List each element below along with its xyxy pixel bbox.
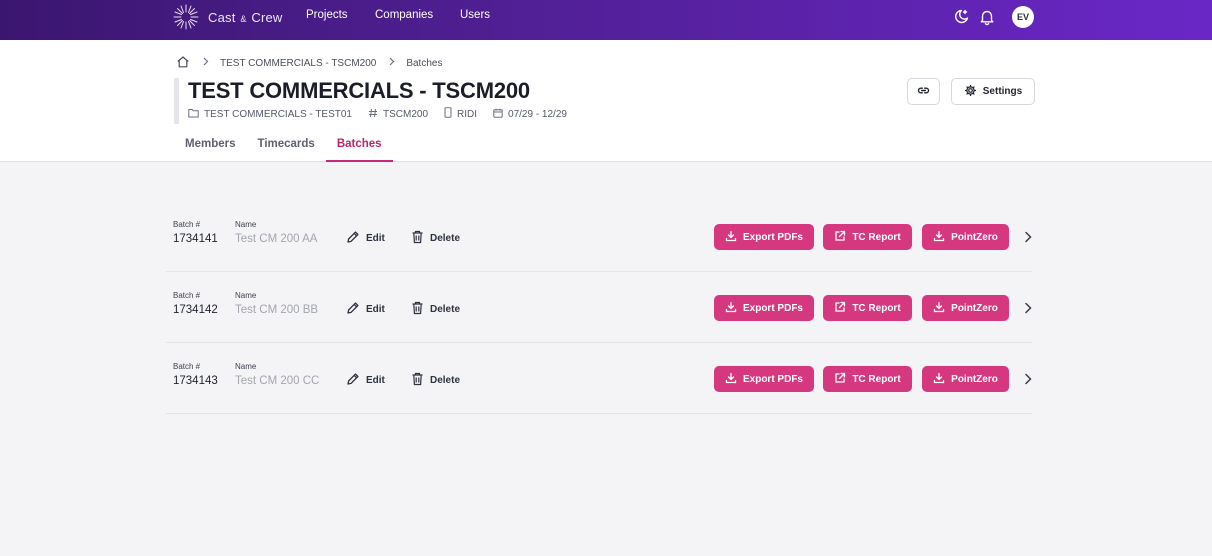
delete-button[interactable]: Delete xyxy=(411,372,460,388)
export-pdfs-button[interactable]: Export PDFs xyxy=(714,295,814,321)
brand-name: Cast & Crew xyxy=(208,9,283,25)
trash-icon xyxy=(411,372,424,389)
tc-report-button[interactable]: TC Report xyxy=(823,224,912,250)
pencil-icon xyxy=(346,372,360,389)
batch-name-label: Name xyxy=(235,291,257,300)
batch-name: Test CM 200 BB xyxy=(235,304,319,316)
tab-bar: Members Timecards Batches xyxy=(174,136,393,162)
download-icon xyxy=(725,230,737,245)
download-icon xyxy=(933,230,945,245)
tab-members[interactable]: Members xyxy=(174,136,247,162)
export-pdfs-button[interactable]: Export PDFs xyxy=(714,366,814,392)
pointzero-button[interactable]: PointZero xyxy=(922,295,1009,321)
trash-icon xyxy=(411,230,424,247)
edit-button[interactable]: Edit xyxy=(346,372,385,388)
phone-icon xyxy=(444,107,457,121)
title-accent-bar xyxy=(174,78,179,124)
tc-report-button[interactable]: TC Report xyxy=(823,366,912,392)
edit-button[interactable]: Edit xyxy=(346,230,385,246)
meta-device: RIDI xyxy=(444,107,477,121)
nav-link-users[interactable]: Users xyxy=(460,9,490,21)
meta-code: TSCM200 xyxy=(368,108,428,121)
download-icon xyxy=(725,372,737,387)
pencil-icon xyxy=(346,301,360,318)
breadcrumb: TEST COMMERCIALS - TSCM200 Batches xyxy=(176,55,443,72)
moon-star-icon[interactable] xyxy=(952,8,970,26)
page-title: TEST COMMERCIALS - TSCM200 xyxy=(188,78,530,103)
tc-report-button[interactable]: TC Report xyxy=(823,295,912,321)
link-icon xyxy=(917,84,930,100)
batch-name-label: Name xyxy=(235,362,257,371)
home-icon[interactable] xyxy=(176,55,190,72)
pencil-icon xyxy=(346,230,360,247)
batch-row: Batch # Name 1734142 Test CM 200 BB Edit… xyxy=(166,272,1032,343)
chevron-right-icon[interactable] xyxy=(1021,372,1035,386)
settings-button[interactable]: Settings xyxy=(951,78,1035,105)
batch-number-label: Batch # xyxy=(173,291,201,300)
top-navigation-bar: Cast & Crew Projects Companies Users EV xyxy=(0,0,1212,40)
hash-icon xyxy=(368,108,383,121)
batch-row: Batch # Name 1734141 Test CM 200 AA Edit… xyxy=(166,201,1032,272)
logo-starburst-icon xyxy=(172,3,200,31)
batch-number-label: Batch # xyxy=(173,220,201,229)
batch-number-label: Batch # xyxy=(173,362,201,371)
trash-icon xyxy=(411,301,424,318)
export-pdfs-button[interactable]: Export PDFs xyxy=(714,224,814,250)
meta-folder: TEST COMMERCIALS - TEST01 xyxy=(188,108,352,121)
breadcrumb-project[interactable]: TEST COMMERCIALS - TSCM200 xyxy=(220,58,376,69)
external-link-icon xyxy=(834,301,846,316)
gear-icon xyxy=(964,84,977,100)
chevron-right-icon xyxy=(203,57,209,69)
meta-dates: 07/29 - 12/29 xyxy=(493,108,567,121)
download-icon xyxy=(933,301,945,316)
copy-link-button[interactable] xyxy=(907,78,940,105)
batch-name-label: Name xyxy=(235,220,257,229)
calendar-icon xyxy=(493,108,508,121)
tab-batches[interactable]: Batches xyxy=(325,136,393,162)
batch-name: Test CM 200 AA xyxy=(235,233,318,245)
delete-button[interactable]: Delete xyxy=(411,230,460,246)
batch-number: 1734143 xyxy=(173,375,218,387)
user-avatar[interactable]: EV xyxy=(1012,6,1034,28)
brand-logo[interactable]: Cast & Crew xyxy=(172,1,283,33)
pointzero-button[interactable]: PointZero xyxy=(922,366,1009,392)
bell-icon[interactable] xyxy=(978,8,996,26)
batch-name: Test CM 200 CC xyxy=(235,375,320,387)
nav-link-projects[interactable]: Projects xyxy=(306,9,348,21)
project-header: TEST COMMERCIALS - TSCM200 Batches TEST … xyxy=(0,40,1212,162)
external-link-icon xyxy=(834,230,846,245)
project-meta: TEST COMMERCIALS - TEST01 TSCM200 RIDI 0… xyxy=(188,107,583,121)
delete-button[interactable]: Delete xyxy=(411,301,460,317)
batch-number: 1734141 xyxy=(173,233,218,245)
tab-timecards[interactable]: Timecards xyxy=(247,136,326,162)
pointzero-button[interactable]: PointZero xyxy=(922,224,1009,250)
folder-icon xyxy=(188,108,204,121)
breadcrumb-batches: Batches xyxy=(406,57,443,69)
chevron-right-icon xyxy=(389,57,395,69)
download-icon xyxy=(933,372,945,387)
download-icon xyxy=(725,301,737,316)
chevron-right-icon[interactable] xyxy=(1021,301,1035,315)
external-link-icon xyxy=(834,372,846,387)
batch-list: Batch # Name 1734141 Test CM 200 AA Edit… xyxy=(166,201,1032,414)
batch-number: 1734142 xyxy=(173,304,218,316)
batch-row: Batch # Name 1734143 Test CM 200 CC Edit… xyxy=(166,343,1032,414)
nav-link-companies[interactable]: Companies xyxy=(375,9,433,21)
chevron-right-icon[interactable] xyxy=(1021,230,1035,244)
edit-button[interactable]: Edit xyxy=(346,301,385,317)
